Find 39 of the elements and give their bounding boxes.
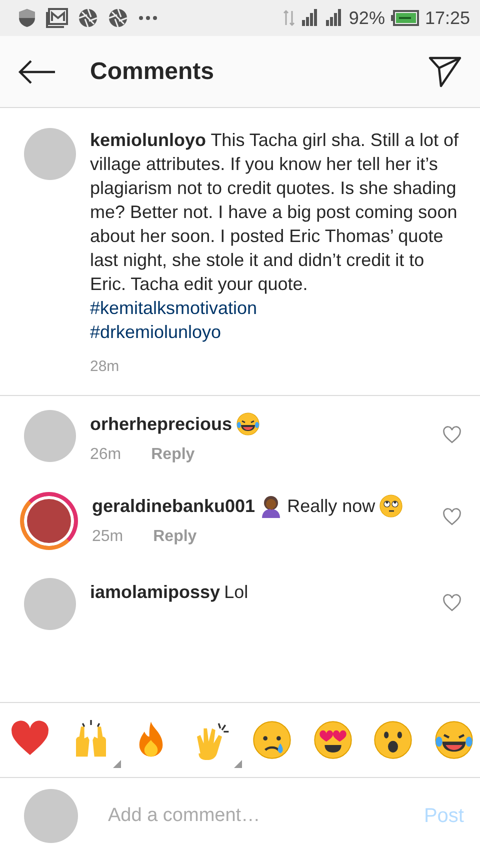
emoji-reaction-button[interactable] — [434, 720, 474, 760]
data-arrows-icon — [282, 9, 295, 27]
crying-face-icon — [252, 720, 292, 760]
back-arrow-icon[interactable] — [18, 60, 56, 84]
hashtag-link[interactable]: #drkemiolunloyo — [90, 320, 464, 344]
heart-eyes-face-icon — [312, 720, 353, 760]
emoji-reaction-button[interactable] — [373, 720, 414, 760]
laughing-face-icon — [236, 412, 260, 436]
clock-time: 17:25 — [424, 8, 470, 28]
comment-username[interactable]: iamolamipossy — [90, 580, 220, 604]
eye-roll-face-icon — [379, 494, 404, 518]
comment-input[interactable]: Add a comment… — [108, 801, 394, 831]
comment-text: Really now — [287, 495, 376, 518]
screen-title: Comments — [90, 58, 216, 86]
like-heart-icon[interactable] — [442, 426, 462, 444]
more-dots-icon — [138, 15, 158, 21]
signal-icon — [324, 8, 343, 28]
like-heart-icon[interactable] — [442, 594, 462, 612]
shield-icon — [18, 8, 36, 28]
signal-icon — [300, 8, 319, 28]
aperture-icon — [78, 8, 98, 28]
battery-percent: 92% — [348, 8, 385, 28]
post-time: 28m — [90, 358, 120, 375]
emoji-reaction-button[interactable] — [252, 720, 292, 760]
aperture-icon — [108, 8, 128, 28]
hashtag-link[interactable]: #kemitalksmotivation — [90, 296, 464, 320]
laughing-face-icon — [434, 720, 474, 760]
comment-time: 25m — [92, 528, 124, 546]
comment-username[interactable]: geraldinebanku001 — [92, 494, 256, 518]
send-icon[interactable] — [428, 56, 462, 88]
like-heart-icon[interactable] — [442, 508, 462, 526]
caption-text: kemiolunloyo This Tacha girl sha. Still a lot of village attributes. If you know her tell her it’s plagiarism not to credit quotes. Is she shading me? Better not. I have a big post coming soon about her soon. I posted Eric Thomas’ quote last night, she stole it and didn’t credit it to Eric. Tacha edit your quote. — [90, 129, 460, 296]
comment-username[interactable]: orherheprecious — [90, 412, 232, 436]
comment-time: 26m — [90, 446, 122, 464]
battery-icon — [390, 10, 419, 26]
emoji-reaction-button[interactable] — [312, 720, 353, 760]
comment-text: Lol — [224, 581, 248, 604]
gallery-icon — [46, 8, 68, 28]
surprised-face-icon — [373, 720, 414, 760]
